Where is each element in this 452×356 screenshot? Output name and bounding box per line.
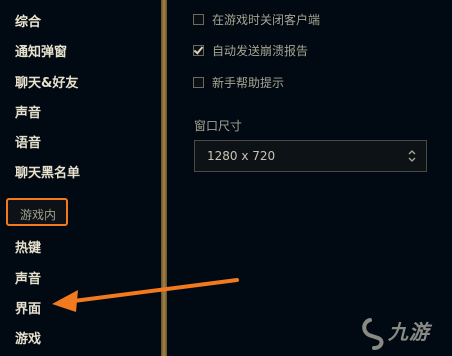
sidebar-item-chat-friends[interactable]: 聊天&好友 bbox=[15, 72, 78, 91]
close-client-in-game-checkbox[interactable]: 在游戏时关闭客户端 bbox=[193, 11, 320, 27]
sidebar-item-general[interactable]: 综合 bbox=[15, 11, 41, 30]
sidebar-item-game[interactable]: 游戏 bbox=[15, 328, 41, 347]
window-size-label: 窗口尺寸 bbox=[194, 119, 243, 133]
sidebar-item-hotkeys[interactable]: 热键 bbox=[15, 237, 41, 256]
newbie-tips-checkbox[interactable]: 新手帮助提示 bbox=[193, 74, 284, 90]
settings-sidebar: 综合 通知弹窗 聊天&好友 声音 语音 聊天黑名单 游戏内 热键 声音 界面 游… bbox=[0, 0, 161, 356]
checkbox-box[interactable] bbox=[193, 76, 204, 88]
checkbox-label: 自动发送崩溃报告 bbox=[212, 43, 309, 58]
in-game-section-label: 游戏内 bbox=[20, 208, 57, 222]
in-game-section-header: 游戏内 bbox=[6, 198, 68, 226]
auto-send-crash-report-checkbox[interactable]: 自动发送崩溃报告 bbox=[193, 42, 308, 58]
sidebar-item-chat-blacklist[interactable]: 聊天黑名单 bbox=[15, 162, 80, 181]
watermark-text: 九游 bbox=[388, 320, 430, 344]
sidebar-divider bbox=[161, 0, 167, 356]
checkbox-box-checked[interactable] bbox=[193, 44, 204, 56]
checkbox-label: 新手帮助提示 bbox=[212, 75, 285, 90]
sidebar-item-sound[interactable]: 声音 bbox=[15, 102, 41, 121]
resolution-select[interactable]: 1280 x 720 bbox=[194, 140, 427, 172]
checkbox-box[interactable] bbox=[193, 13, 204, 25]
sidebar-item-notifications[interactable]: 通知弹窗 bbox=[15, 41, 67, 60]
sidebar-item-voice[interactable]: 语音 bbox=[15, 132, 41, 151]
sidebar-item-game-sound[interactable]: 声音 bbox=[15, 268, 41, 287]
resolution-value: 1280 x 720 bbox=[207, 149, 276, 163]
sidebar-item-interface[interactable]: 界面 bbox=[15, 298, 41, 317]
checkbox-label: 在游戏时关闭客户端 bbox=[212, 12, 321, 27]
select-updown-icon bbox=[408, 150, 416, 162]
